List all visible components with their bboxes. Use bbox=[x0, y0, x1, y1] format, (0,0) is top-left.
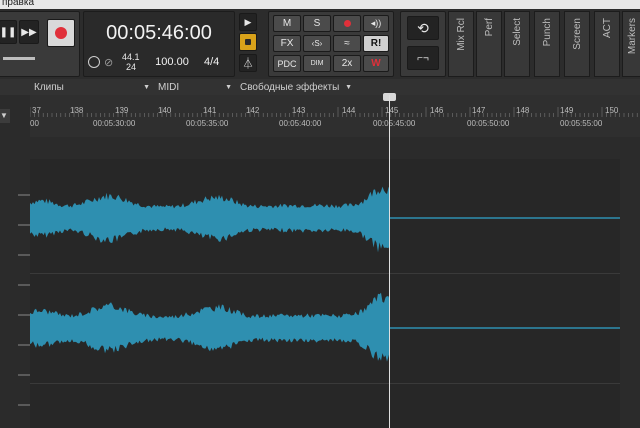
punch-label: Punch bbox=[542, 18, 553, 47]
time-display[interactable]: 00:05:46:00 bbox=[84, 22, 234, 45]
module-act[interactable]: ACT bbox=[594, 11, 620, 77]
sample-rate: 44.1 bbox=[122, 52, 140, 62]
track-view-header: Клипы ▼ MIDI ▼ Свободные эффекты ▼ bbox=[0, 79, 640, 96]
read-all-button[interactable]: R! bbox=[363, 35, 389, 52]
pdc-button[interactable]: PDC bbox=[273, 55, 301, 72]
input-echo-button[interactable]: ◂)) bbox=[363, 15, 389, 32]
track-header-column: ▼ bbox=[0, 95, 31, 428]
waveform-channel-left bbox=[30, 186, 620, 253]
timeline-ruler[interactable]: 37 138 139 140 141 142 143 144 145 146 147 148 149 15… bbox=[30, 93, 640, 138]
play-icon: ▶ bbox=[244, 16, 252, 27]
record-button[interactable] bbox=[47, 19, 75, 47]
module-mix-recall[interactable]: Mix Rcl bbox=[448, 11, 474, 77]
loop-arrows-icon: ⟲ bbox=[417, 19, 429, 36]
free-effects-label: Свободные эффекты bbox=[240, 81, 340, 93]
markers-label: Markers bbox=[627, 18, 638, 55]
double-speed-button[interactable]: 2x bbox=[333, 55, 361, 72]
time-display-panel: 00:05:46:00 ⊘ 44.1 24 100.00 4/4 bbox=[83, 11, 235, 77]
clips-dropdown-icon: ▼ bbox=[143, 83, 150, 91]
snap-icon: ⌐¬ bbox=[417, 52, 429, 64]
automation-button[interactable]: ≈ bbox=[333, 35, 361, 52]
transport-slider[interactable] bbox=[3, 57, 35, 60]
meter-field[interactable]: 4/4 bbox=[204, 56, 219, 68]
ruler-ticks bbox=[30, 107, 638, 117]
input-echo-icon: ◂)) bbox=[370, 18, 382, 28]
dim-button[interactable]: DIM bbox=[303, 55, 331, 72]
interleave-button[interactable]: ‹S› bbox=[303, 35, 331, 52]
transport-panel: ❚❚ ▶▶ bbox=[0, 11, 80, 77]
free-effects-menu[interactable]: Свободные эффекты ▼ bbox=[240, 79, 356, 95]
midi-label: MIDI bbox=[158, 81, 180, 93]
midi-menu[interactable]: MIDI ▼ bbox=[158, 79, 236, 95]
mix-panel: M S ◂)) FX ‹S› ≈ R! PDC DIM 2x W bbox=[268, 11, 394, 77]
play-button[interactable]: ▶ bbox=[239, 13, 257, 31]
track-area[interactable] bbox=[30, 137, 640, 428]
playhead-line[interactable] bbox=[389, 95, 390, 428]
loop-toggle-button[interactable]: ⟲ bbox=[407, 16, 439, 40]
automation-icon: ≈ bbox=[344, 38, 350, 49]
menu-item-edit[interactable]: правка bbox=[2, 0, 34, 8]
module-screen[interactable]: Screen bbox=[564, 11, 590, 77]
tempo-field[interactable]: 100.00 bbox=[148, 56, 196, 68]
arm-icon bbox=[343, 20, 351, 27]
pause-icon: ❚❚ bbox=[0, 26, 17, 38]
waveform-display bbox=[30, 186, 620, 362]
module-markers[interactable]: Markers bbox=[622, 11, 640, 77]
sync-icon[interactable]: ⊘ bbox=[104, 56, 113, 69]
level-scale bbox=[18, 194, 30, 406]
record-mode-button[interactable] bbox=[239, 33, 257, 51]
write-automation-button[interactable]: W bbox=[363, 55, 389, 72]
fx-button[interactable]: FX bbox=[273, 35, 301, 52]
clips-label: Клипы bbox=[34, 81, 64, 93]
write-automation-icon: W bbox=[371, 58, 381, 69]
solo-button[interactable]: S bbox=[303, 15, 331, 32]
fast-forward-button[interactable]: ▶▶ bbox=[19, 20, 39, 44]
menu-strip: правка bbox=[0, 0, 640, 9]
act-label: ACT bbox=[602, 18, 613, 38]
record-mode-icon bbox=[245, 39, 251, 45]
loop-icon[interactable] bbox=[88, 56, 100, 68]
record-icon bbox=[55, 27, 67, 39]
midi-dropdown-icon: ▼ bbox=[225, 83, 232, 91]
metronome-icon: ⏃ bbox=[242, 58, 254, 70]
pause-button[interactable]: ❚❚ bbox=[0, 20, 17, 44]
loop-panel: ⟲ ⌐¬ bbox=[400, 11, 446, 77]
bit-depth: 24 bbox=[126, 62, 137, 72]
free-effects-dropdown-icon: ▼ bbox=[345, 83, 352, 91]
clips-menu[interactable]: Клипы ▼ bbox=[34, 79, 154, 95]
fast-forward-icon: ▶▶ bbox=[21, 26, 37, 38]
mute-button[interactable]: M bbox=[273, 15, 301, 32]
metronome-button[interactable]: ⏃ bbox=[239, 54, 257, 72]
mix-recall-label: Mix Rcl bbox=[456, 18, 467, 51]
waveform-shape bbox=[30, 186, 390, 253]
control-bar: ❚❚ ▶▶ 00:05:46:00 ⊘ 44.1 24 100.00 4/4 ▶… bbox=[0, 9, 640, 80]
waveform-channel-right bbox=[30, 292, 620, 362]
module-performance[interactable]: Perf bbox=[476, 11, 502, 77]
module-punch[interactable]: Punch bbox=[534, 11, 560, 77]
waveform-shape bbox=[30, 292, 390, 362]
select-label: Select bbox=[512, 18, 523, 46]
interleave-icon: ‹S› bbox=[311, 39, 323, 48]
module-select[interactable]: Select bbox=[504, 11, 530, 77]
screen-label: Screen bbox=[572, 18, 583, 50]
collapse-arrow-icon[interactable]: ▼ bbox=[0, 109, 10, 123]
snap-button[interactable]: ⌐¬ bbox=[407, 46, 439, 70]
arm-button[interactable] bbox=[333, 15, 361, 32]
performance-label: Perf bbox=[484, 18, 495, 37]
